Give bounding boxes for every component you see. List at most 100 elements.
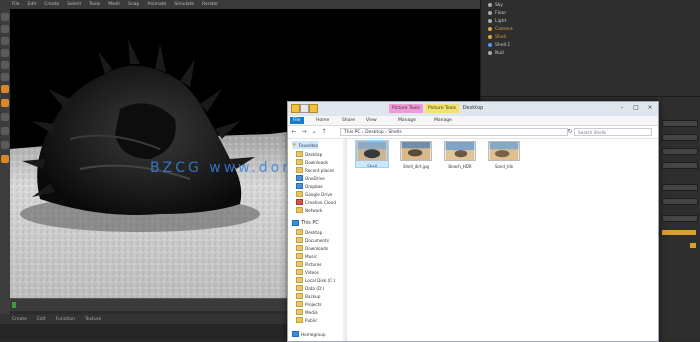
file-thumbnail[interactable]: Shell [355,140,389,169]
nav-item[interactable]: Videos [296,268,319,276]
attribute-field[interactable] [662,162,698,169]
menu-select[interactable]: Select [67,2,81,7]
edges-mode-icon[interactable] [1,73,9,81]
rotate-icon[interactable] [1,141,9,149]
nav-item[interactable]: Desktop [296,150,322,158]
nav-item[interactable]: Desktop [296,228,322,236]
menu-file[interactable]: File [12,2,20,7]
folder-icon [296,269,303,275]
menu-mesh[interactable]: Mesh [108,2,120,7]
folder-icon [296,167,303,173]
dropbox-icon [296,183,303,189]
object-row[interactable]: Shell.1 [488,42,510,48]
nav-item[interactable]: Local Disk (C:) [296,276,335,284]
nav-item[interactable]: OneDrive [296,174,325,182]
live-selection-icon[interactable] [1,99,9,107]
polygons-mode-icon[interactable] [1,85,9,93]
nav-item[interactable]: Backup [296,292,320,300]
nav-item[interactable]: Media [296,308,318,316]
texture-mode-icon[interactable] [1,37,9,45]
nav-item[interactable]: Documents [296,236,329,244]
attribute-slider-knob[interactable] [690,243,696,248]
folder-icon [296,229,303,235]
close-icon[interactable]: × [644,103,656,112]
tab-file[interactable]: File [290,117,304,124]
nav-item[interactable]: Pictures [296,260,322,268]
tab-function[interactable]: Function [56,317,75,322]
tab-manage[interactable]: Manage [398,117,416,124]
up-icon[interactable]: ↑ [320,128,328,136]
nav-item[interactable]: Network [296,206,322,214]
menu-snap[interactable]: Snap [128,2,139,7]
maximize-icon[interactable]: □ [630,103,642,112]
tab-view[interactable]: View [366,117,377,124]
file-explorer-window: Picture Tools Picture Tools Desktop – □ … [287,101,659,342]
attribute-field[interactable] [662,198,698,205]
nav-item[interactable]: Music [296,252,317,260]
object-row[interactable]: Camera [488,26,513,32]
tab-create[interactable]: Create [12,317,27,322]
refresh-icon[interactable]: ↻ [566,128,574,136]
attribute-field[interactable] [662,120,698,127]
tab-home[interactable]: Home [316,117,329,124]
explorer-titlebar[interactable]: Picture Tools Picture Tools Desktop – □ … [288,102,658,116]
nav-favorites[interactable]: ★ Favorites [292,141,318,149]
attribute-field[interactable] [662,148,698,155]
folder-icon [296,277,303,283]
search-input[interactable]: Search Shells [574,128,652,136]
object-row[interactable]: Shell [488,34,506,40]
object-row[interactable]: Light [488,18,506,24]
navigation-scrollbar[interactable] [343,139,346,341]
menu-tools[interactable]: Tools [89,2,100,7]
back-icon[interactable]: ← [290,128,298,136]
forward-icon[interactable]: → [300,128,308,136]
points-mode-icon[interactable] [1,61,9,69]
attribute-field[interactable] [662,134,698,141]
file-thumbnail[interactable]: Shell_dirt.jpg [400,141,432,169]
tab-edit[interactable]: Edit [37,317,46,322]
object-icon [488,27,492,31]
tab-texture[interactable]: Texture [85,317,101,322]
menu-edit[interactable]: Edit [28,2,37,7]
menu-create[interactable]: Create [44,2,59,7]
nav-item[interactable]: Recent places [296,166,334,174]
file-thumbnail[interactable]: Sand_tile [488,141,520,169]
attribute-field[interactable] [662,184,698,191]
nav-item[interactable]: Public [296,316,317,324]
minimize-icon[interactable]: – [616,103,628,112]
nav-this-pc[interactable]: This PC [292,219,319,227]
undo-icon[interactable] [1,13,9,21]
move-icon[interactable] [1,113,9,121]
address-input[interactable]: This PC › Desktop › Shells [340,128,568,136]
recent-dropdown-icon[interactable]: ⌄ [310,128,318,136]
nav-item[interactable]: Creative Cloud [296,198,336,206]
model-mode-icon[interactable] [1,25,9,33]
nav-item[interactable]: Google Drive [296,190,332,198]
workplane-icon[interactable] [1,49,9,57]
attribute-slider[interactable] [662,230,696,235]
cloud-icon [296,175,303,181]
menu-render[interactable]: Render [202,2,218,7]
nav-item[interactable]: Downloads [296,158,328,166]
folder-icon [296,253,303,259]
file-thumbnail[interactable]: Beach_HDR [444,141,476,169]
folder-icon [296,151,303,157]
nav-item[interactable]: Dropbox [296,182,323,190]
nav-item[interactable]: Data (D:) [296,284,324,292]
menu-simulate[interactable]: Simulate [174,2,194,7]
tab-share[interactable]: Share [342,117,355,124]
object-row[interactable]: Floor [488,10,506,16]
tab-manage-2[interactable]: Manage [434,117,452,124]
playhead-marker[interactable] [12,302,16,308]
object-row[interactable]: Null [488,50,504,56]
object-row[interactable]: Sky [488,2,503,8]
nav-homegroup[interactable]: Homegroup [292,330,326,338]
folder-icon [296,159,303,165]
navigation-pane: ★ Favorites Desktop Downloads Recent plac… [288,139,347,341]
attribute-field[interactable] [662,215,698,222]
snap-icon[interactable] [1,155,9,163]
scale-icon[interactable] [1,127,9,135]
nav-item[interactable]: Downloads [296,244,328,252]
nav-item[interactable]: Projects [296,300,322,308]
menu-animate[interactable]: Animate [147,2,166,7]
